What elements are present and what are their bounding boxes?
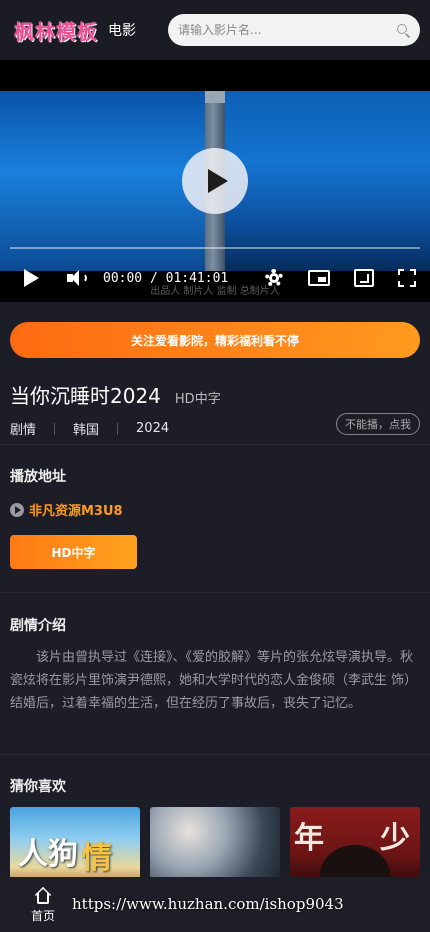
region-link[interactable]: 韩国 [73,419,99,438]
search-bar[interactable] [168,14,420,46]
recommend-title: 猜你喜欢 [10,779,66,795]
report-button[interactable]: 不能播，点我 [336,413,420,435]
watermark-text: https://www.huzhan.com/ishop9043 [72,895,344,913]
poster-title-text: 情 [82,841,112,876]
genre-link[interactable]: 剧情 [10,419,36,438]
source-name: 非凡资源M3U8 [29,504,123,519]
movie-title-row: 当你沉睡时2024 HD中字 [10,380,221,409]
recommend-list: 人狗 情 年 少 [10,807,420,887]
play-icon[interactable] [24,269,39,287]
video-player[interactable]: 出品人 制片人 监制 总制片人 00:00 / 01:41:01 [0,60,430,302]
source-tab[interactable]: 非凡资源M3U8 [10,500,123,519]
tab-home-label: 首页 [30,908,55,923]
divider [0,754,430,755]
site-logo[interactable]: 枫林模板 [14,16,98,45]
time-display: 00:00 / 01:41:01 [103,270,229,286]
episode-button[interactable]: HD中字 [10,535,137,569]
search-icon[interactable] [396,23,411,38]
poster-title-text: 少 [380,821,410,856]
poster-card[interactable] [150,807,280,887]
poster-title-text: 人狗 [18,837,78,872]
big-play-button[interactable] [182,148,248,214]
progress-bar[interactable] [10,247,420,249]
web-fullscreen-icon[interactable] [354,269,374,287]
gear-icon[interactable] [264,268,284,288]
synopsis-text: 该片由曾执导过《连接》、《爱的胶解》等片的张允炫导演执导。秋瓷炫将在影片里饰演尹… [10,650,418,711]
fullscreen-icon[interactable] [398,269,416,287]
follow-banner[interactable]: 关注爱看影院，精彩福利看不停 [10,322,420,358]
year-link[interactable]: 2024 [136,421,169,436]
movie-title: 当你沉睡时2024 [10,384,161,408]
poster-title-text: 年 [294,821,324,856]
volume-icon[interactable] [67,269,89,287]
divider [0,592,430,593]
play-section-title: 播放地址 [10,469,66,485]
picture-in-picture-icon[interactable] [308,270,330,286]
divider [0,444,430,445]
play-circle-icon [10,502,24,517]
movie-meta: 剧情 韩国 2024 [10,419,169,438]
quality-badge: HD中字 [174,392,221,407]
nav-movie-link[interactable]: 电影 [108,20,136,40]
synopsis-title: 剧情介绍 [10,618,66,634]
player-controls: 00:00 / 01:41:01 [0,258,430,298]
header: 枫林模板 电影 [0,0,430,60]
play-icon [208,169,228,193]
home-icon [34,886,52,904]
search-input[interactable] [178,23,396,37]
poster-card[interactable]: 年 少 [290,807,420,887]
poster-card[interactable]: 人狗 情 [10,807,140,887]
